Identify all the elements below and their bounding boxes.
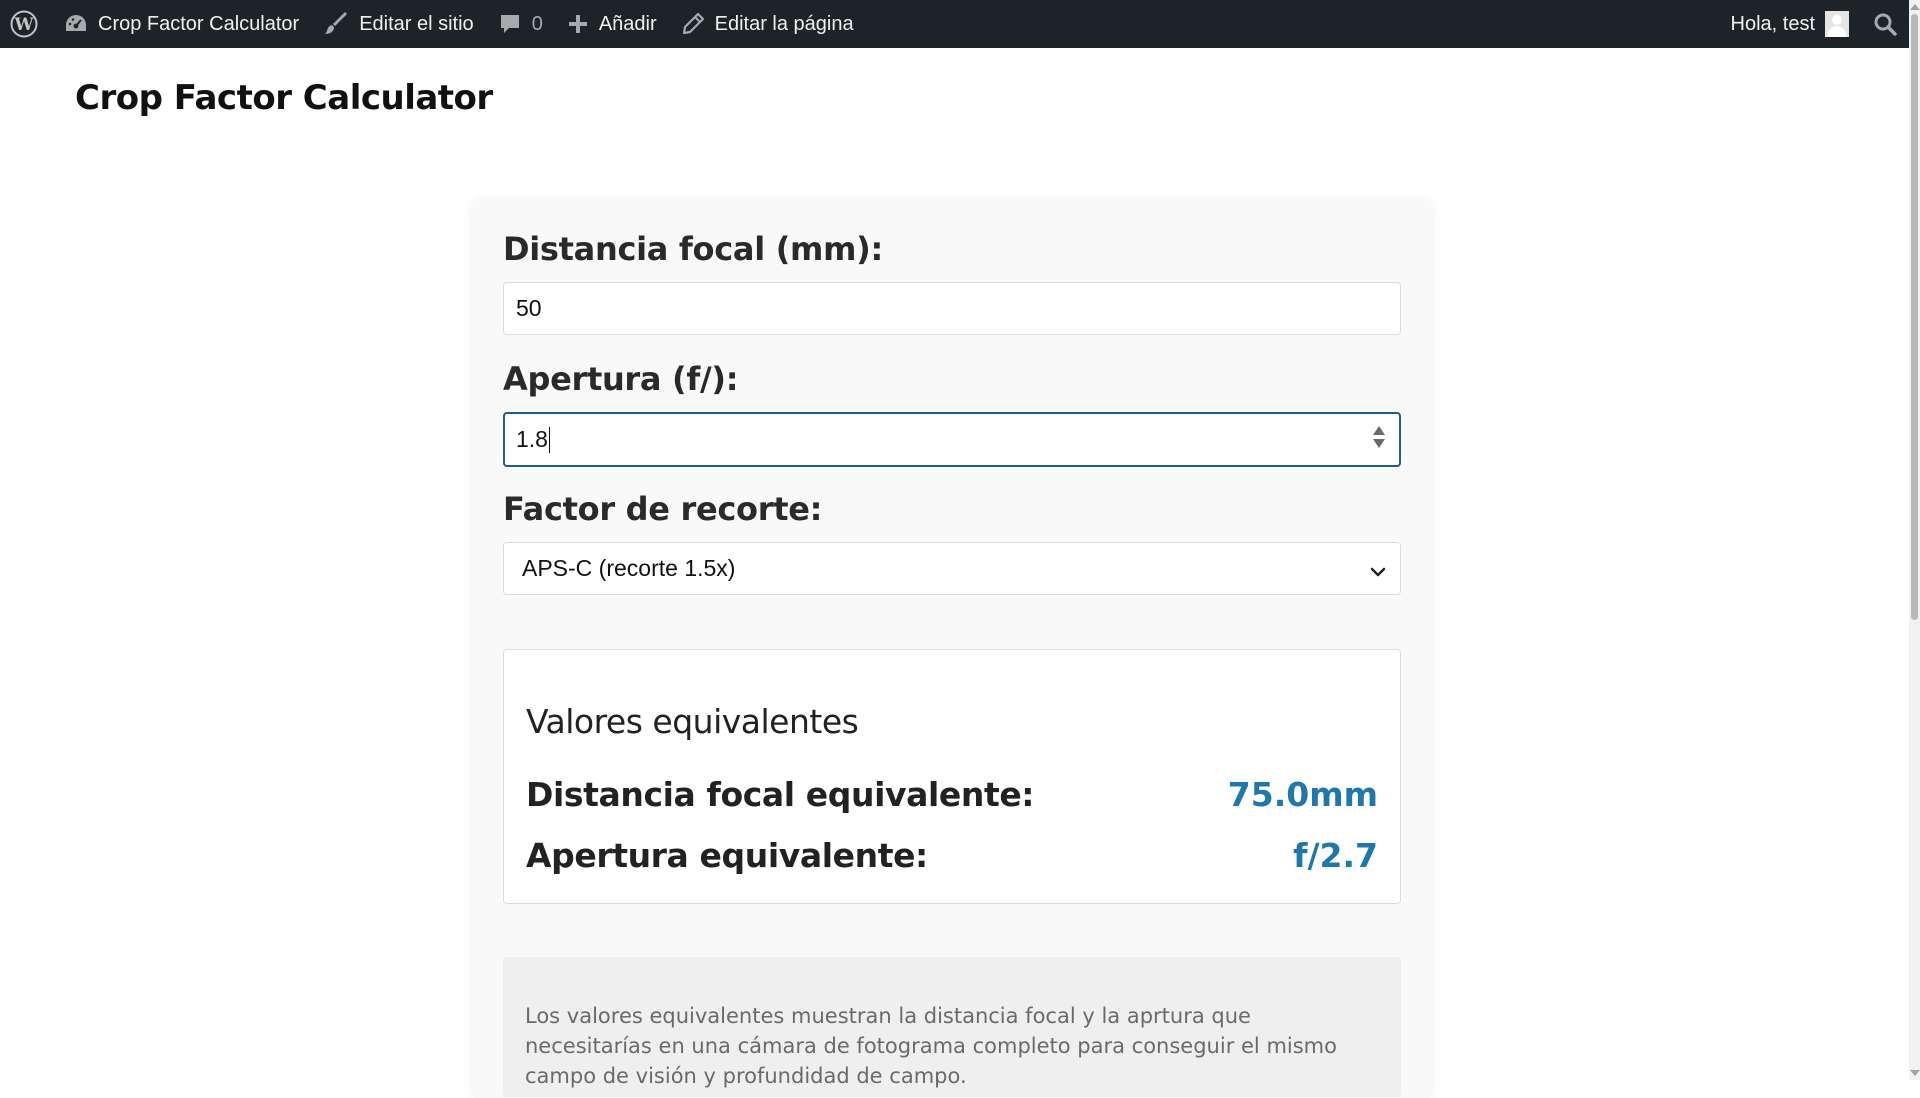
edit-page-label: Editar la página — [714, 12, 854, 35]
crop-factor-select[interactable]: APS-C (recorte 1.5x) — [503, 542, 1401, 595]
result-row-focal: Distancia focal equivalente: 75.0mm — [526, 775, 1378, 814]
focal-length-label: Distancia focal (mm): — [503, 230, 883, 268]
equivalent-focal-value: 75.0mm — [1227, 775, 1378, 814]
info-note: Los valores equivalentes muestran la dis… — [503, 957, 1401, 1097]
info-note-text: Los valores equivalentes muestran la dis… — [525, 1004, 1337, 1088]
equivalent-aperture-value: f/2.7 — [1293, 836, 1378, 875]
dashboard-icon — [64, 13, 88, 35]
avatar — [1825, 11, 1849, 37]
admin-bar-secondary: Hola, test — [1719, 0, 1909, 48]
wordpress-menu[interactable]: W — [0, 0, 52, 48]
edit-site-label: Editar el sitio — [359, 12, 474, 35]
brush-icon — [323, 12, 349, 36]
focal-length-value: 50 — [516, 295, 542, 321]
greeting-label: Hola, test — [1730, 12, 1815, 35]
focal-length-input[interactable]: 50 — [503, 282, 1401, 335]
chevron-down-icon — [1370, 559, 1386, 586]
scroll-down-arrow-icon[interactable] — [1910, 1070, 1920, 1076]
add-new-label: Añadir — [598, 12, 657, 35]
comments-count: 0 — [531, 12, 543, 35]
comments-link[interactable]: 0 — [486, 0, 555, 48]
text-caret — [548, 426, 550, 453]
number-spinner[interactable] — [1373, 426, 1385, 448]
aperture-label: Apertura (f/): — [503, 360, 739, 398]
add-new-menu[interactable]: Añadir — [555, 0, 669, 48]
crop-factor-selected: APS-C (recorte 1.5x) — [522, 555, 736, 581]
plus-icon — [567, 13, 589, 35]
site-name-label: Crop Factor Calculator — [98, 12, 300, 35]
edit-site-link[interactable]: Editar el sitio — [311, 0, 486, 48]
comment-icon — [498, 12, 522, 36]
search-icon — [1873, 12, 1897, 36]
edit-page-link[interactable]: Editar la página — [669, 0, 866, 48]
my-account-menu[interactable]: Hola, test — [1719, 0, 1861, 48]
site-name-menu[interactable]: Crop Factor Calculator — [52, 0, 311, 48]
wordpress-icon: W — [10, 10, 38, 38]
aperture-value: 1.8 — [516, 426, 548, 452]
aperture-input[interactable]: 1.8 — [503, 412, 1401, 467]
admin-bar: W Crop Factor Calculator Editar el sitio — [0, 0, 1909, 48]
result-row-aperture: Apertura equivalente: f/2.7 — [526, 836, 1378, 875]
svg-text:W: W — [13, 15, 34, 35]
admin-search[interactable] — [1861, 0, 1909, 48]
scroll-thumb[interactable] — [1911, 14, 1918, 620]
page-scrollbar[interactable] — [1909, 0, 1920, 1080]
site-title[interactable]: Crop Factor Calculator — [75, 78, 493, 118]
spin-down-icon[interactable] — [1373, 439, 1385, 448]
results-title: Valores equivalentes — [526, 702, 859, 741]
pencil-icon — [681, 12, 705, 36]
equivalent-aperture-label: Apertura equivalente: — [526, 836, 928, 875]
crop-factor-label: Factor de recorte: — [503, 490, 823, 528]
results-panel: Valores equivalentes Distancia focal equ… — [503, 649, 1401, 904]
equivalent-focal-label: Distancia focal equivalente: — [526, 775, 1035, 814]
scroll-up-arrow-icon[interactable] — [1910, 4, 1920, 10]
spin-up-icon[interactable] — [1373, 426, 1385, 435]
